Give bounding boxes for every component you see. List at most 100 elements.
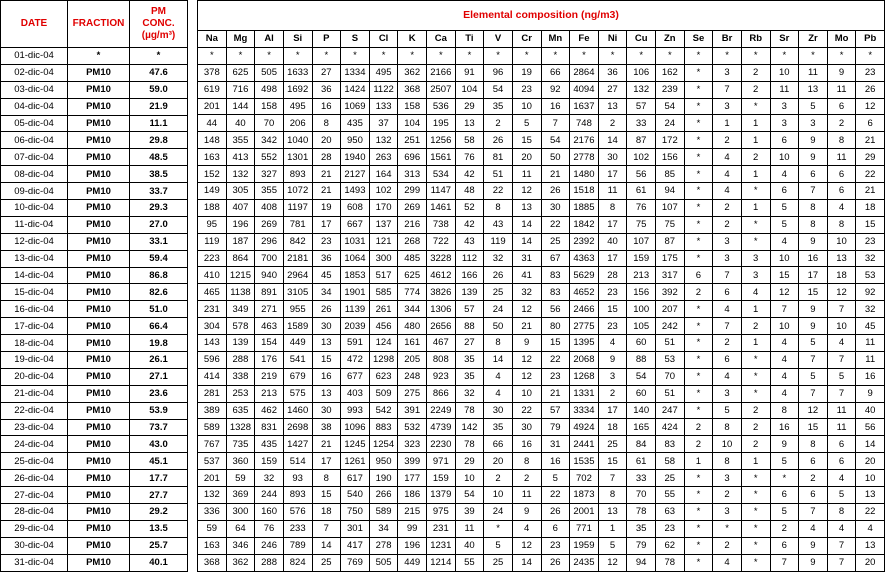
value-cell-al: 271 (254, 300, 284, 319)
value-cell-br: 2 (712, 334, 742, 352)
value-cell-cr: 5 (511, 114, 542, 133)
fraction-cell: PM10 (67, 401, 130, 420)
table-row: 02-dic-04 PM10 47.6 (0, 63, 188, 82)
value-cell-mo: 4 (826, 334, 857, 352)
value-cell-se: * (683, 553, 714, 572)
value-cell-rb: * (740, 46, 771, 65)
table-row: 13-dic-04 PM10 59.4 (0, 249, 188, 268)
date-cell: 19-dic-04 (0, 351, 68, 369)
value-cell-mo: 6 (826, 435, 857, 454)
table-row: 09-dic-04 PM10 33.7 (0, 182, 188, 201)
fraction-cell: * (67, 47, 130, 65)
value-cell-al: 219 (254, 367, 284, 386)
value-cell-v: 2 (483, 469, 513, 488)
value-cell-v: 30 (483, 401, 513, 420)
value-cell-br: 4 (712, 553, 742, 572)
value-cell-ti: 35 (454, 367, 485, 386)
value-cell-pb: 21 (855, 131, 885, 150)
pm-conc-cell: 23.6 (129, 384, 188, 403)
elemental-composition-table: Elemental composition (ng/m3) Na Mg Al Si P S… (197, 0, 885, 572)
value-cell-se: 6 (683, 266, 714, 285)
value-cell-ti: 32 (454, 384, 485, 403)
value-cell-s: 950 (340, 131, 370, 150)
value-cell-fe: 1395 (569, 334, 599, 352)
value-cell-al: 462 (254, 401, 284, 420)
value-cell-v: 2 (483, 114, 513, 133)
value-cell-cl: * (368, 46, 399, 65)
value-cell-cr: 12 (511, 182, 542, 200)
value-cell-mn: 23 (540, 367, 571, 386)
value-cell-mg: 40 (225, 114, 256, 133)
value-cell-si: 789 (282, 536, 313, 555)
value-cell-rb: 1 (740, 114, 771, 133)
value-cell-pb: 15 (855, 215, 885, 234)
value-cell-si: 1040 (282, 131, 313, 150)
value-cell-al: 505 (254, 63, 284, 82)
value-cell-br: 3 (712, 384, 742, 403)
value-cell-ti: 43 (454, 232, 485, 251)
value-cell-v: 20 (483, 452, 513, 471)
date-cell: 18-dic-04 (0, 334, 68, 353)
value-cell-cu: 61 (626, 182, 656, 200)
value-cell-cl: 456 (368, 317, 399, 336)
value-cell-mn: 67 (540, 249, 571, 268)
value-cell-k: 248 (397, 367, 427, 386)
value-cell-rb: 1 (740, 131, 771, 150)
fraction-cell: PM10 (67, 283, 130, 302)
value-cell-fe: 4094 (569, 80, 599, 99)
header-fraction: FRACTION (67, 0, 130, 48)
value-cell-p: 8 (311, 469, 342, 488)
value-cell-br: 4 (712, 165, 742, 184)
value-cell-pb: 22 (855, 502, 885, 521)
value-cell-pb: 22 (855, 165, 885, 184)
value-cell-s: 1064 (340, 249, 370, 268)
value-cell-si: 2964 (282, 266, 313, 285)
value-cell-v: 50 (483, 317, 513, 336)
value-cell-mo: 18 (826, 266, 857, 285)
pm-conc-cell: 33.7 (129, 182, 188, 201)
value-cell-mo: 13 (826, 249, 857, 268)
value-cell-ti: 88 (454, 317, 485, 336)
date-cell: 10-dic-04 (0, 199, 68, 217)
date-cell: 01-dic-04 (0, 47, 68, 65)
fraction-cell: PM10 (67, 384, 130, 403)
value-cell-fe: 2864 (569, 63, 599, 82)
value-cell-ti: 48 (454, 182, 485, 200)
value-cell-br: 6 (712, 283, 742, 302)
value-cell-sr: 5 (769, 215, 800, 234)
value-cell-ti: 52 (454, 198, 485, 217)
value-cell-p: 17 (311, 452, 342, 471)
table-row: 589 1328 831 2698 38 1096 883 532 4739 142 35 30 79 4… (197, 418, 885, 437)
value-cell-cr: 12 (511, 367, 542, 386)
table-row: 368 362 288 824 25 769 505 449 1214 55 25 14 26 2435 1… (197, 553, 885, 572)
value-cell-fe: 2466 (569, 300, 599, 319)
value-cell-s: 417 (340, 536, 370, 555)
value-cell-cu: 75 (626, 215, 656, 234)
element-header-se: Se (683, 30, 714, 48)
element-header-zr: Zr (798, 30, 828, 48)
value-cell-p: * (311, 46, 342, 65)
element-header-p: P (311, 30, 342, 48)
value-cell-na: 281 (197, 384, 227, 403)
value-cell-zn: 51 (655, 334, 685, 352)
value-cell-mo: 7 (826, 536, 857, 555)
value-cell-cu: 79 (626, 536, 656, 555)
value-cell-sr: * (769, 469, 800, 488)
value-cell-mg: 578 (225, 317, 256, 336)
value-cell-mn: 21 (540, 165, 571, 184)
value-cell-s: 1069 (340, 97, 370, 116)
table-row: 19-dic-04 PM10 26.1 (0, 351, 188, 369)
value-cell-na: 132 (197, 486, 227, 504)
value-cell-ti: 166 (454, 266, 485, 285)
value-cell-v: 26 (483, 266, 513, 285)
date-cell: 08-dic-04 (0, 165, 68, 184)
date-cell: 26-dic-04 (0, 469, 68, 488)
value-cell-na: 119 (197, 232, 227, 251)
value-cell-k: * (397, 46, 427, 65)
value-cell-k: 268 (397, 232, 427, 251)
value-cell-na: 619 (197, 80, 227, 99)
value-cell-cl: 589 (368, 502, 399, 521)
value-cell-ca: 3826 (426, 283, 456, 302)
value-cell-mg: 288 (225, 350, 256, 369)
value-cell-pb: 13 (855, 536, 885, 555)
